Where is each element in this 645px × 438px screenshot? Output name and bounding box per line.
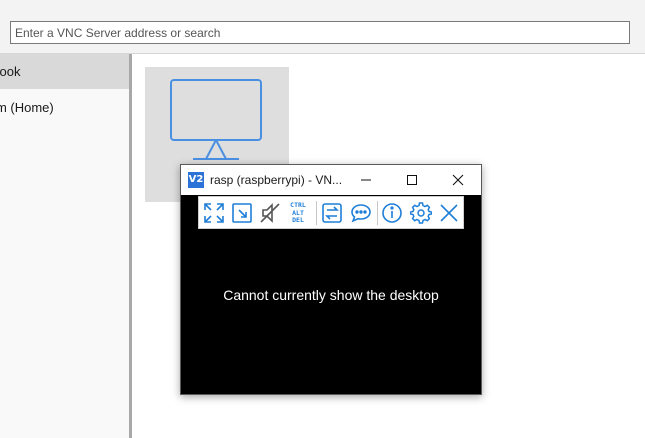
settings-button[interactable]: [409, 201, 433, 225]
search-input[interactable]: [10, 21, 630, 44]
del-label: DEL: [292, 216, 304, 225]
close-window-button[interactable]: [435, 165, 481, 195]
window-title: rasp (raspberrypi) - VN...: [210, 173, 343, 187]
sidebar-item-team-home[interactable]: Team (Home): [0, 90, 129, 125]
search-bar: [0, 12, 645, 54]
vnc-viewer-window[interactable]: V2 rasp (raspberrypi) - VN... CTRL ALT D…: [180, 164, 482, 395]
desktop-status-message: Cannot currently show the desktop: [223, 287, 439, 303]
transfer-files-button[interactable]: [320, 201, 344, 225]
viewer-toolbar: CTRL ALT DEL: [198, 196, 464, 229]
top-bar: [0, 0, 645, 12]
title-bar[interactable]: V2 rasp (raspberrypi) - VN...: [181, 165, 481, 195]
minimize-icon: [361, 179, 371, 181]
vnc-app-icon: V2: [188, 172, 204, 188]
scale-icon: [232, 203, 252, 223]
maximize-button[interactable]: [389, 165, 435, 195]
mute-icon: [260, 203, 280, 223]
scale-button[interactable]: [230, 201, 254, 225]
minimize-button[interactable]: [343, 165, 389, 195]
ctrl-alt-del-button[interactable]: CTRL ALT DEL: [285, 200, 311, 227]
chat-icon: [351, 204, 371, 223]
sidebar-item-label: Team (Home): [0, 100, 54, 115]
fullscreen-icon: [204, 203, 224, 223]
chat-button[interactable]: [349, 201, 373, 225]
maximize-icon: [407, 175, 417, 185]
toolbar-separator: [377, 201, 378, 225]
sidebar-item-address-book[interactable]: Address book: [0, 54, 129, 89]
settings-icon: [410, 202, 432, 224]
mute-button[interactable]: [258, 201, 282, 225]
close-icon: [452, 174, 464, 186]
sidebar: Address book Team (Home): [0, 54, 132, 438]
sidebar-item-label: Address book: [0, 64, 21, 79]
fullscreen-button[interactable]: [202, 201, 226, 225]
toolbar-separator: [316, 201, 317, 225]
close-connection-button[interactable]: [437, 201, 461, 225]
transfer-files-icon: [322, 203, 342, 223]
close-icon: [440, 204, 458, 222]
info-icon: [382, 203, 402, 223]
info-button[interactable]: [380, 201, 404, 225]
